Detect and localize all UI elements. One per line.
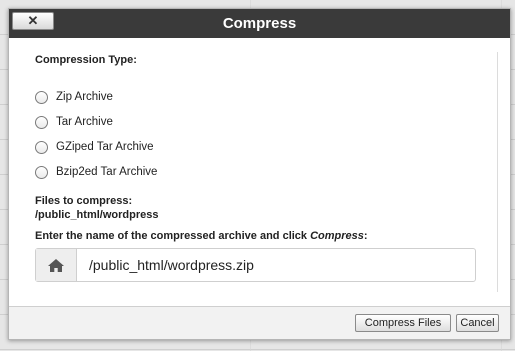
archive-name-input[interactable]: [77, 249, 469, 281]
compression-type-label: Compression Type:: [35, 54, 137, 66]
dialog-body: Compression Type: Zip Archive Tar Archiv…: [9, 38, 510, 307]
archive-name-field: [35, 248, 476, 282]
compress-files-button[interactable]: Compress Files: [355, 314, 451, 332]
home-icon: [48, 258, 64, 272]
close-icon: ✕: [27, 13, 39, 28]
instruction-emphasis: Compress: [310, 230, 364, 242]
instruction-text: Enter the name of the compressed archive…: [35, 230, 311, 242]
option-gziped-tar-archive[interactable]: GZiped Tar Archive: [35, 138, 154, 156]
option-tar-archive[interactable]: Tar Archive: [35, 113, 113, 131]
scrollbar[interactable]: [497, 52, 498, 292]
files-to-compress-label: Files to compress:: [35, 195, 133, 207]
radio-bzip2[interactable]: [35, 165, 48, 179]
dialog-title: Compress: [222, 15, 297, 32]
option-label: Tar Archive: [56, 116, 113, 128]
path-addon: [36, 249, 77, 281]
instruction-suffix: :: [363, 230, 368, 242]
option-label: GZiped Tar Archive: [56, 141, 154, 153]
option-bzip2ed-tar-archive[interactable]: Bzip2ed Tar Archive: [35, 163, 157, 181]
option-label: Bzip2ed Tar Archive: [56, 166, 158, 178]
compress-dialog: Compress ✕ Compression Type: Zip Archive…: [8, 8, 511, 340]
archive-name-instruction: Enter the name of the compressed archive…: [35, 230, 368, 242]
option-zip-archive[interactable]: Zip Archive: [35, 88, 113, 106]
dialog-titlebar: Compress ✕: [9, 9, 510, 38]
radio-tar[interactable]: [35, 115, 48, 129]
files-to-compress-value: /public_html/wordpress: [35, 209, 159, 221]
cancel-button[interactable]: Cancel: [456, 314, 499, 332]
radio-zip[interactable]: [35, 90, 48, 104]
radio-gzip[interactable]: [35, 140, 48, 154]
option-label: Zip Archive: [56, 91, 113, 103]
close-button[interactable]: ✕: [12, 12, 54, 30]
